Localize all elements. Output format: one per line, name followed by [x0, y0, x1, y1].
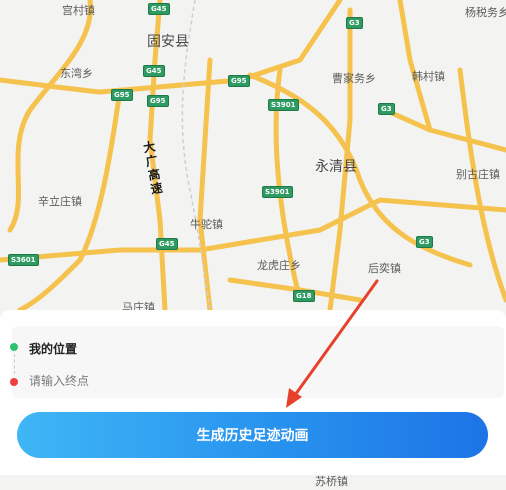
map-place: 龙虎庄乡	[257, 259, 301, 272]
map-place: 东湾乡	[60, 67, 93, 80]
end-point-dot	[10, 378, 18, 386]
map-county: 永清县	[315, 159, 357, 175]
road-shield: G18	[293, 290, 315, 302]
destination-input[interactable]	[27, 372, 231, 390]
map-place: 苏桥镇	[315, 475, 348, 488]
road-shield: S3601	[8, 254, 39, 266]
start-point-dot	[10, 343, 18, 351]
road-shield: G45	[143, 65, 165, 77]
road-shield: G45	[156, 238, 178, 250]
road-shield: G3	[416, 236, 433, 248]
map-place: 后奕镇	[368, 262, 401, 275]
map-place: 韩村镇	[412, 70, 445, 83]
map-place: 杨税务乡	[465, 6, 506, 19]
map-place: 辛立庄镇	[38, 195, 82, 208]
road-shield: G95	[228, 75, 250, 87]
start-location-label[interactable]: 我的位置	[29, 340, 77, 357]
generate-animation-button[interactable]: 生成历史足迹动画	[17, 412, 488, 458]
road-shield: G95	[111, 89, 133, 101]
road-shield: G95	[147, 95, 169, 107]
road-shield: G3	[346, 17, 363, 29]
road-shield: S3901	[262, 186, 293, 198]
map-place: 宫村镇	[62, 4, 95, 17]
route-connector	[14, 354, 15, 374]
road-shield: G45	[148, 3, 170, 15]
map-place: 牛驼镇	[190, 218, 223, 231]
road-shield: S3901	[268, 99, 299, 111]
map-place: 别古庄镇	[456, 168, 500, 181]
road-shield: G3	[378, 103, 395, 115]
map-place: 曹家务乡	[332, 72, 376, 85]
map-county: 固安县	[147, 34, 189, 50]
